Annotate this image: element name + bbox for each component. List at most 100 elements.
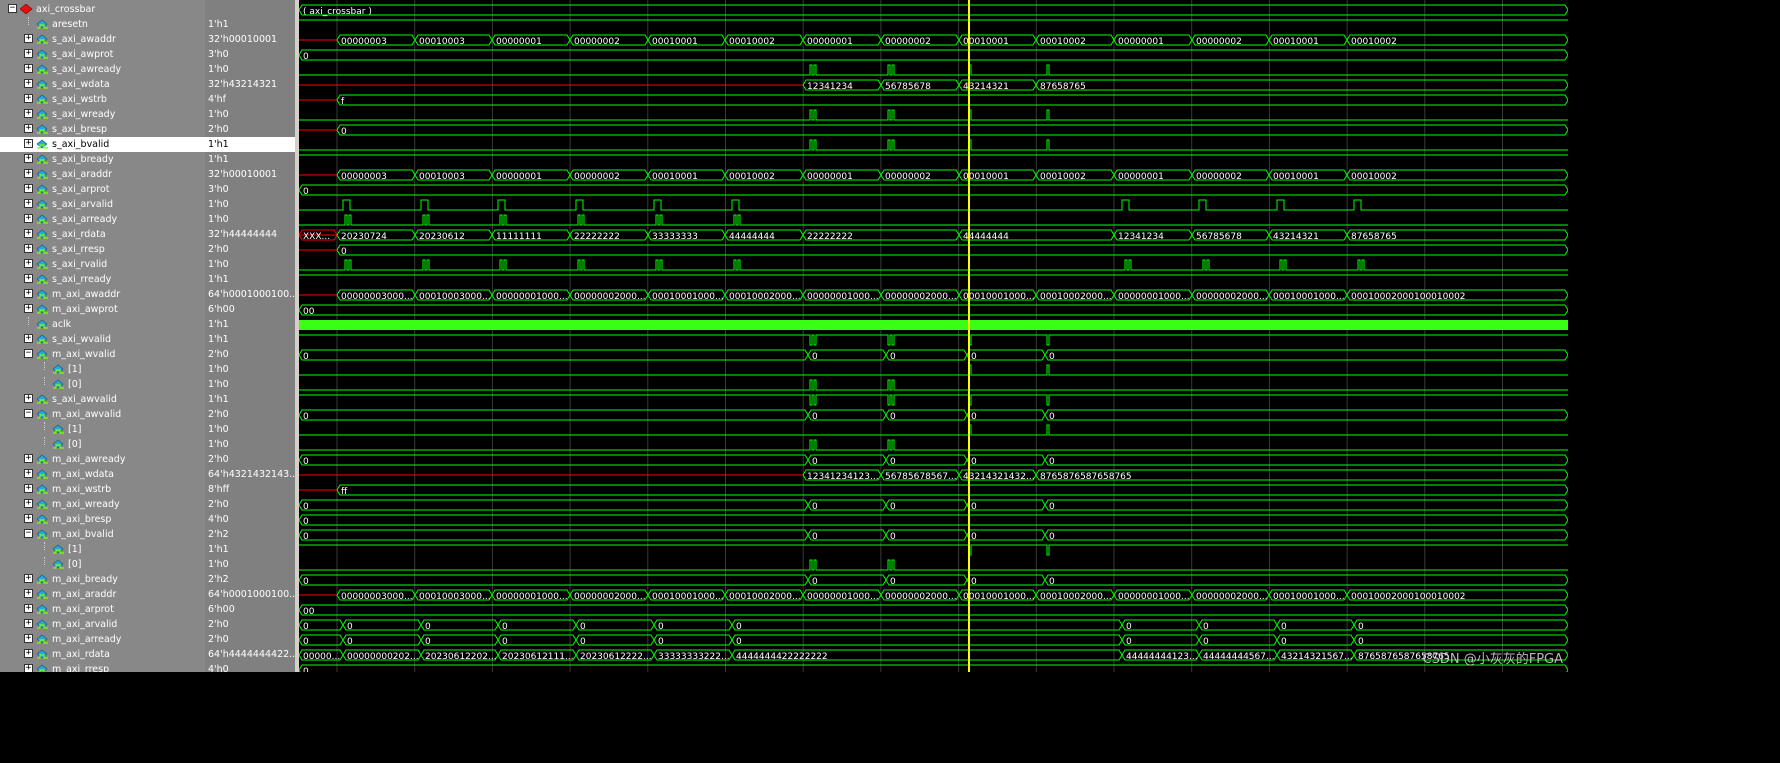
bus-value-label: 0 <box>347 637 353 647</box>
signal-row[interactable]: + s_axi_wdata <box>0 77 205 92</box>
signal-row[interactable]: + s_axi_bresp <box>0 122 205 137</box>
expand-icon[interactable]: + <box>24 289 33 298</box>
expand-icon[interactable]: + <box>24 34 33 43</box>
signal-row[interactable]: [1] <box>0 362 205 377</box>
signal-row[interactable]: − m_axi_bvalid <box>0 527 205 542</box>
value-row: 1'h1 <box>205 542 295 557</box>
expand-icon[interactable]: + <box>24 589 33 598</box>
waveform-pane[interactable]: ( axi_crossbar )00000003 00010003 00000001… <box>299 0 1568 672</box>
expand-icon[interactable]: + <box>24 124 33 133</box>
signal-row[interactable]: + m_axi_awaddr <box>0 287 205 302</box>
bus-value-label: 56785678567... <box>885 472 957 482</box>
signal-value-pane[interactable]: 1'h1 32'h00010001 3'h0 1'h0 32'h43214321 4'hf… <box>205 0 295 672</box>
signal-row[interactable]: + s_axi_bvalid <box>0 137 205 152</box>
signal-row[interactable]: aresetn <box>0 17 205 32</box>
signal-wave-icon <box>36 34 48 44</box>
signal-row[interactable]: + m_axi_araddr <box>0 587 205 602</box>
bus-value-label: 0 <box>812 532 818 542</box>
signal-row[interactable]: + s_axi_awprot <box>0 47 205 62</box>
tree-root-row[interactable]: − axi_crossbar <box>0 2 205 17</box>
expand-icon[interactable]: + <box>24 139 33 148</box>
collapse-icon[interactable]: − <box>24 529 33 538</box>
signal-row[interactable]: + s_axi_rready <box>0 272 205 287</box>
expand-icon[interactable]: + <box>24 304 33 313</box>
signal-value: 1'h1 <box>208 319 229 330</box>
signal-row[interactable]: + m_axi_arready <box>0 632 205 647</box>
expand-icon[interactable]: + <box>24 199 33 208</box>
signal-row[interactable]: + s_axi_araddr <box>0 167 205 182</box>
signal-name: s_axi_bvalid <box>52 139 110 150</box>
signal-row[interactable]: + m_axi_awprot <box>0 302 205 317</box>
expand-icon[interactable]: + <box>24 274 33 283</box>
expand-icon[interactable]: + <box>24 619 33 628</box>
expand-icon[interactable]: + <box>24 154 33 163</box>
expand-icon[interactable]: + <box>24 454 33 463</box>
expand-icon[interactable]: + <box>24 469 33 478</box>
signal-row[interactable]: + s_axi_awaddr <box>0 32 205 47</box>
expand-icon[interactable]: + <box>24 214 33 223</box>
signal-row[interactable]: aclk <box>0 317 205 332</box>
signal-value: 2'h0 <box>208 409 229 420</box>
collapse-icon[interactable]: − <box>24 409 33 418</box>
expand-icon[interactable]: + <box>24 634 33 643</box>
bus-value-label: 00010001000... <box>652 592 724 602</box>
expand-icon[interactable]: + <box>24 334 33 343</box>
signal-row[interactable]: + s_axi_wstrb <box>0 92 205 107</box>
signal-row[interactable]: + s_axi_arvalid <box>0 197 205 212</box>
expand-icon[interactable]: + <box>24 664 33 672</box>
signal-row[interactable]: + s_axi_arready <box>0 212 205 227</box>
expand-icon[interactable]: + <box>24 604 33 613</box>
signal-row[interactable]: + m_axi_rresp <box>0 662 205 672</box>
signal-value: 1'h0 <box>208 379 229 390</box>
collapse-icon[interactable]: − <box>24 349 33 358</box>
expand-icon[interactable]: + <box>24 514 33 523</box>
signal-row[interactable]: + m_axi_arprot <box>0 602 205 617</box>
signal-row[interactable]: + s_axi_awvalid <box>0 392 205 407</box>
expand-icon[interactable]: + <box>24 244 33 253</box>
signal-row[interactable]: + m_axi_wready <box>0 497 205 512</box>
bus-value-label: 22222222 <box>807 232 853 242</box>
signal-row[interactable]: + s_axi_rvalid <box>0 257 205 272</box>
expand-icon[interactable]: + <box>24 169 33 178</box>
expand-icon[interactable]: + <box>24 109 33 118</box>
signal-row[interactable]: + s_axi_wvalid <box>0 332 205 347</box>
expand-icon[interactable]: + <box>24 79 33 88</box>
expand-icon[interactable]: + <box>24 184 33 193</box>
signal-wave-icon <box>36 154 48 164</box>
signal-name: s_axi_wdata <box>52 79 110 90</box>
signal-name-pane[interactable]: − axi_crossbar aresetn + s_axi_awaddr + s_axi_… <box>0 0 205 672</box>
signal-row[interactable]: + s_axi_wready <box>0 107 205 122</box>
signal-row[interactable]: [0] <box>0 377 205 392</box>
signal-row[interactable]: + m_axi_bready <box>0 572 205 587</box>
signal-row[interactable]: + m_axi_bresp <box>0 512 205 527</box>
expand-icon[interactable]: + <box>24 229 33 238</box>
signal-row[interactable]: + s_axi_bready <box>0 152 205 167</box>
signal-row[interactable]: + s_axi_rresp <box>0 242 205 257</box>
expand-icon[interactable]: + <box>24 259 33 268</box>
signal-row[interactable]: [1] <box>0 542 205 557</box>
expand-icon[interactable]: + <box>24 94 33 103</box>
signal-row[interactable]: [0] <box>0 557 205 572</box>
signal-value: 1'h0 <box>208 64 229 75</box>
expand-icon[interactable]: + <box>24 394 33 403</box>
expand-icon[interactable]: + <box>24 484 33 493</box>
expand-icon[interactable]: + <box>24 64 33 73</box>
signal-row[interactable]: [1] <box>0 422 205 437</box>
signal-row[interactable]: + m_axi_wdata <box>0 467 205 482</box>
expand-icon[interactable]: + <box>24 499 33 508</box>
signal-row[interactable]: + s_axi_arprot <box>0 182 205 197</box>
signal-row[interactable]: + m_axi_wstrb <box>0 482 205 497</box>
signal-row[interactable]: + m_axi_awready <box>0 452 205 467</box>
value-row: 32'h00010001 <box>205 167 295 182</box>
expand-icon[interactable]: + <box>24 574 33 583</box>
signal-row[interactable]: + m_axi_arvalid <box>0 617 205 632</box>
signal-row[interactable]: + s_axi_rdata <box>0 227 205 242</box>
signal-row[interactable]: + s_axi_awready <box>0 62 205 77</box>
expand-icon[interactable]: + <box>24 49 33 58</box>
signal-row[interactable]: + m_axi_rdata <box>0 647 205 662</box>
signal-row[interactable]: − m_axi_wvalid <box>0 347 205 362</box>
signal-row[interactable]: [0] <box>0 437 205 452</box>
expand-icon[interactable]: + <box>24 649 33 658</box>
signal-row[interactable]: − m_axi_awvalid <box>0 407 205 422</box>
collapse-icon[interactable]: − <box>8 4 17 13</box>
